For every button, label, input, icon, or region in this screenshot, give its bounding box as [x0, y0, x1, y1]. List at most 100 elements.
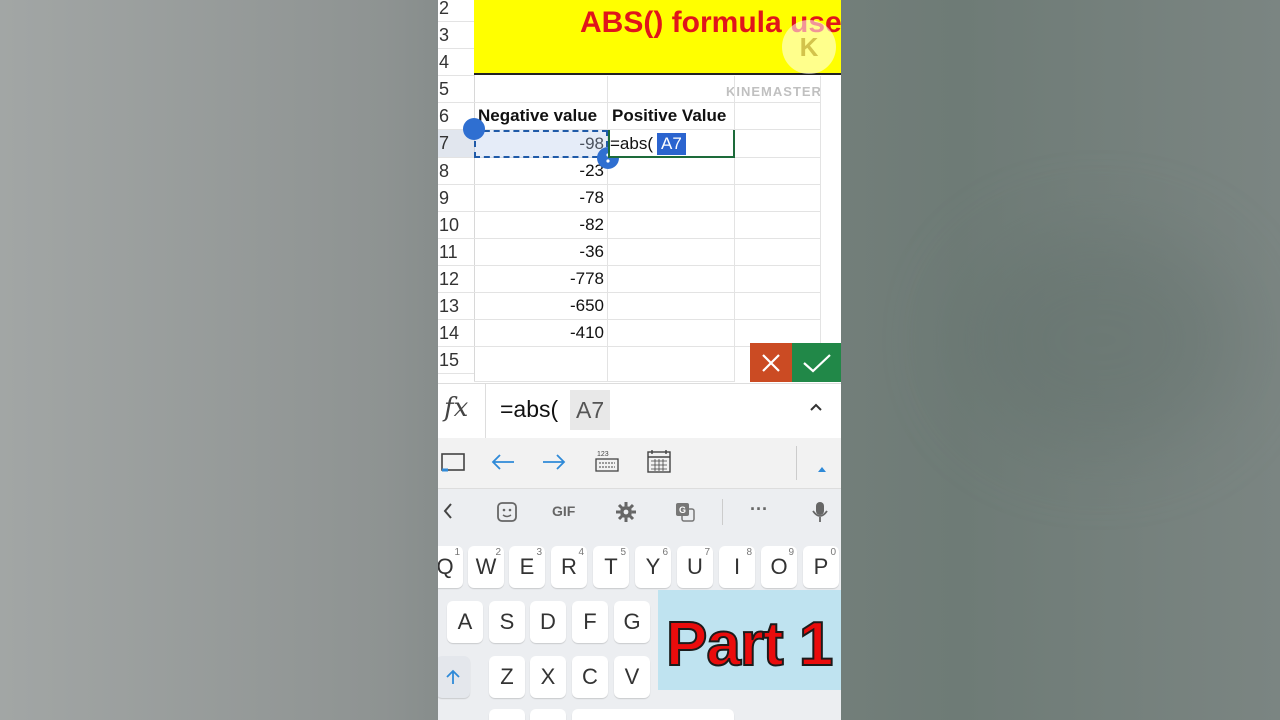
microphone-icon[interactable]	[812, 501, 828, 528]
key-x[interactable]: X	[530, 656, 566, 698]
key-w[interactable]: W2	[468, 546, 504, 588]
translate-icon[interactable]: G	[674, 501, 696, 528]
title-band: ABS() formula use K	[474, 0, 841, 75]
key-u[interactable]: U7	[677, 546, 713, 588]
key-q[interactable]: Q1	[438, 546, 463, 588]
cell[interactable]	[735, 103, 821, 130]
value-cell[interactable]: -82	[474, 212, 608, 239]
formula-input[interactable]: =abs(	[500, 396, 558, 423]
cancel-button[interactable]	[750, 343, 792, 382]
row-number[interactable]: 13	[438, 293, 474, 320]
key-partial[interactable]	[530, 709, 566, 720]
cell[interactable]	[735, 185, 821, 212]
divider	[796, 446, 797, 480]
value-cell[interactable]: -778	[474, 266, 608, 293]
cell[interactable]	[474, 76, 608, 103]
shift-key[interactable]	[438, 656, 470, 698]
key-t[interactable]: T5	[593, 546, 629, 588]
header-negative-value[interactable]: Negative value	[474, 103, 608, 130]
cell[interactable]	[735, 293, 821, 320]
confirm-button[interactable]	[792, 343, 841, 382]
cell[interactable]	[608, 266, 735, 293]
phone-screen: ABS() formula use K KINEMASTER 2 3 4 5 6…	[438, 0, 841, 720]
cell-formula-text: =abs(	[610, 134, 653, 153]
arrow-left-icon[interactable]	[490, 450, 516, 481]
key-a[interactable]: A	[447, 601, 483, 643]
row-number[interactable]: 12	[438, 266, 474, 293]
expand-chevron-icon[interactable]	[808, 398, 824, 421]
selection-handle-start[interactable]	[463, 118, 485, 140]
sticker-icon[interactable]	[496, 501, 518, 528]
cell[interactable]	[735, 212, 821, 239]
select-range-icon[interactable]	[440, 450, 466, 481]
cell-reference-chip[interactable]: A7	[657, 133, 686, 155]
cell[interactable]	[608, 347, 735, 382]
caret-up-icon[interactable]	[816, 454, 828, 482]
cell[interactable]	[608, 293, 735, 320]
key-y[interactable]: Y6	[635, 546, 671, 588]
close-icon	[762, 354, 780, 372]
key-d[interactable]: D	[530, 601, 566, 643]
cell[interactable]	[608, 320, 735, 347]
check-icon	[802, 354, 831, 373]
gear-icon[interactable]	[615, 501, 637, 528]
row-number[interactable]: 4	[438, 49, 474, 76]
cell[interactable]	[735, 130, 821, 158]
cell[interactable]	[735, 76, 821, 103]
row-number[interactable]: 3	[438, 22, 474, 49]
keyboard-suggestion-bar: GIF G ···	[438, 489, 841, 535]
key-g[interactable]: G	[614, 601, 650, 643]
formula-reference[interactable]: A7	[570, 390, 611, 430]
formula-bar: fx =abs( A7	[438, 383, 841, 439]
value-cell[interactable]: -410	[474, 320, 608, 347]
row-number[interactable]: 14	[438, 320, 474, 347]
row-number[interactable]: 11	[438, 239, 474, 266]
key-e[interactable]: E3	[509, 546, 545, 588]
key-z[interactable]: Z	[489, 656, 525, 698]
cell[interactable]	[735, 158, 821, 185]
key-p[interactable]: P0	[803, 546, 839, 588]
cell[interactable]	[608, 212, 735, 239]
key-r[interactable]: R4	[551, 546, 587, 588]
cell[interactable]	[735, 239, 821, 266]
key-partial[interactable]	[489, 709, 525, 720]
calendar-icon[interactable]	[646, 448, 672, 481]
numeric-keyboard-icon[interactable]: 123	[594, 448, 620, 481]
cell[interactable]	[608, 185, 735, 212]
key-v[interactable]: V	[614, 656, 650, 698]
header-positive-value[interactable]: Positive Value	[608, 103, 735, 130]
row-number[interactable]: 2	[438, 0, 474, 22]
row-number[interactable]: 5	[438, 76, 474, 103]
key-o[interactable]: O9	[761, 546, 797, 588]
space-bar[interactable]	[572, 709, 734, 720]
cell[interactable]	[735, 266, 821, 293]
key-s[interactable]: S	[489, 601, 525, 643]
cell[interactable]	[474, 347, 608, 382]
more-options-icon[interactable]: ···	[750, 499, 768, 520]
key-c[interactable]: C	[572, 656, 608, 698]
key-i[interactable]: I8	[719, 546, 755, 588]
soft-keyboard: GIF G ··· Q1 W2 E3 R4 T5 Y6 U7 I8 O9 P0 …	[438, 489, 841, 720]
gif-button[interactable]: GIF	[552, 503, 575, 519]
value-cell[interactable]: -36	[474, 239, 608, 266]
cell[interactable]	[608, 239, 735, 266]
chevron-left-icon[interactable]	[441, 501, 455, 526]
row-number[interactable]: 10	[438, 212, 474, 239]
fx-icon[interactable]: fx	[444, 393, 468, 423]
value-cell[interactable]: -23	[474, 158, 608, 185]
value-cell[interactable]: -650	[474, 293, 608, 320]
arrow-right-icon[interactable]	[541, 450, 567, 481]
kinemaster-logo-icon: K	[782, 20, 836, 74]
cell[interactable]	[608, 158, 735, 185]
row-number[interactable]: 9	[438, 185, 474, 212]
value-cell[interactable]: -78	[474, 185, 608, 212]
svg-text:123: 123	[597, 451, 609, 458]
svg-text:G: G	[679, 505, 686, 515]
background-blur	[960, 230, 1240, 450]
key-f[interactable]: F	[572, 601, 608, 643]
cell[interactable]	[608, 76, 735, 103]
row-number[interactable]: 8	[438, 158, 474, 185]
row-number[interactable]: 15	[438, 347, 474, 374]
part-label: Part 1	[665, 609, 834, 680]
edit-toolbar: 123	[438, 438, 841, 489]
